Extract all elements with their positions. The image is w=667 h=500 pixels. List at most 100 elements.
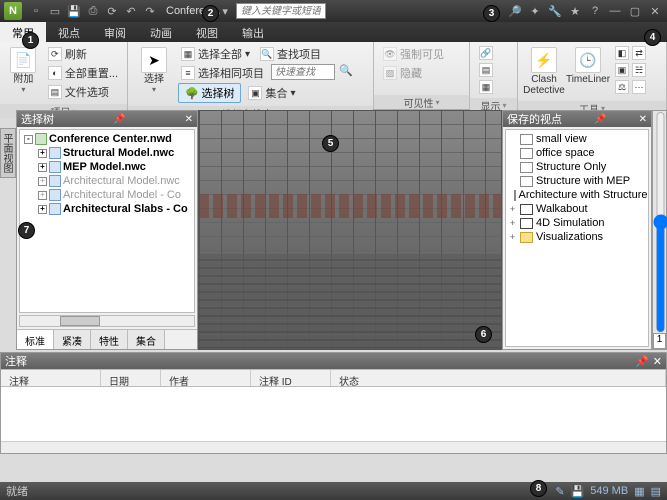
tree-node[interactable]: +Structural Model.nwc (22, 146, 192, 160)
annot-body[interactable] (1, 387, 666, 441)
tool-c[interactable]: ⚖⋯ (612, 79, 649, 95)
viewpoint-item[interactable]: +4D Simulation (508, 216, 646, 230)
expand-icon[interactable]: - (24, 135, 33, 144)
tree-body[interactable]: -Conference Center.nwd+Structural Model.… (19, 129, 195, 313)
file-options-button[interactable]: ▤文件选项 (45, 83, 121, 101)
help-icon[interactable]: ? (587, 3, 603, 19)
tree-node[interactable]: +Architectural Slabs - Co (22, 202, 192, 216)
viewpoint-item[interactable]: +Walkabout (508, 202, 646, 216)
quick-find-input[interactable] (271, 64, 335, 80)
expand-icon[interactable]: + (508, 232, 517, 242)
star-icon[interactable]: ★ (567, 3, 583, 19)
app-logo[interactable]: N (4, 2, 22, 20)
display-b-button[interactable]: ▤ (476, 62, 496, 78)
tab-review[interactable]: 审阅 (92, 22, 138, 42)
tree-node[interactable]: +MEP Model.nwc (22, 160, 192, 174)
wrench-icon[interactable]: 🔧 (547, 3, 563, 19)
open-icon[interactable]: ▭ (47, 3, 63, 19)
tree-node[interactable]: +Architectural Model - Co (22, 188, 192, 202)
annot-scrollbar[interactable] (1, 441, 666, 453)
col-id[interactable]: 注释 ID (251, 370, 331, 386)
tree-tab-props[interactable]: 特性 (91, 330, 128, 349)
expand-icon[interactable] (508, 190, 511, 200)
viewpoint-item[interactable]: office space (508, 146, 646, 160)
binoculars-icon[interactable]: 🔎 (507, 3, 523, 19)
selection-tree-pill[interactable]: 🌳 选择树 (178, 83, 241, 103)
new-icon[interactable]: ▫ (28, 3, 44, 19)
pin-icon[interactable]: 📌 (594, 114, 606, 125)
panel-header[interactable]: 保存的视点 📌 ✕ (503, 111, 651, 127)
col-status[interactable]: 状态 (331, 370, 666, 386)
viewpoint-item[interactable]: +Visualizations (508, 230, 646, 244)
tool-a[interactable]: ◧⇄ (612, 45, 649, 61)
undo-icon[interactable]: ↶ (123, 3, 139, 19)
refresh-button[interactable]: ⟳刷新 (45, 45, 121, 63)
viewpoint-list[interactable]: small view office space Structure Only S… (505, 129, 649, 347)
viewpoint-item[interactable]: small view (508, 132, 646, 146)
tab-output[interactable]: 输出 (230, 22, 276, 42)
close-icon[interactable]: ✕ (639, 114, 647, 125)
expand-icon[interactable]: + (38, 177, 47, 186)
maximize-icon[interactable]: ▢ (627, 3, 643, 19)
force-visible-button[interactable]: 👁强制可见 (380, 45, 447, 63)
clash-detective-button[interactable]: ⚡ Clash Detective (524, 45, 564, 98)
tab-animation[interactable]: 动画 (138, 22, 184, 42)
expand-icon[interactable] (508, 176, 517, 186)
pin-icon[interactable]: 📌 (635, 355, 649, 368)
close-icon[interactable]: ✕ (653, 355, 662, 368)
expand-icon[interactable] (508, 134, 517, 144)
timeliner-button[interactable]: 🕒 TimeLiner (568, 45, 608, 87)
redo-icon[interactable]: ↷ (142, 3, 158, 19)
append-button[interactable]: 📄 附加 ▾ (6, 45, 41, 96)
grid-icon[interactable]: ▦ (634, 485, 644, 498)
viewpoint-item[interactable]: Architecture with Structure (508, 188, 646, 202)
tree-tab-standard[interactable]: 标准 (17, 330, 54, 349)
expand-icon[interactable]: + (38, 191, 47, 200)
quick-find-icon[interactable]: 🔍 (339, 64, 353, 82)
disk-icon[interactable]: 💾 (571, 485, 585, 498)
close-icon[interactable]: ✕ (185, 114, 193, 125)
col-date[interactable]: 日期 (101, 370, 161, 386)
tree-node[interactable]: -Conference Center.nwd (22, 132, 192, 146)
display-a-button[interactable]: 🔗 (476, 45, 496, 61)
hide-button[interactable]: ▨隐藏 (380, 64, 447, 82)
select-button[interactable]: ➤ 选择 ▾ (134, 45, 174, 96)
col-author[interactable]: 作者 (161, 370, 251, 386)
panel-header[interactable]: 注释 📌 ✕ (1, 353, 666, 369)
pin-icon[interactable]: 📌 (113, 114, 125, 125)
tab-viewpoint[interactable]: 视点 (46, 22, 92, 42)
expand-icon[interactable]: + (508, 204, 517, 214)
expand-icon[interactable] (508, 148, 517, 158)
tool-b[interactable]: ▣☵ (612, 62, 649, 78)
tilt-slider[interactable] (653, 111, 667, 333)
expand-icon[interactable]: + (38, 205, 47, 214)
expand-icon[interactable] (508, 162, 517, 172)
minimize-icon[interactable]: ― (607, 3, 623, 19)
expand-icon[interactable]: + (38, 163, 47, 172)
plan-view-tab[interactable]: 平面视图 (0, 128, 16, 178)
display-c-button[interactable]: ▦ (476, 79, 496, 95)
viewpoint-item[interactable]: Structure Only (508, 160, 646, 174)
expand-icon[interactable]: + (508, 218, 517, 228)
find-items-button[interactable]: 🔍查找项目 (257, 45, 324, 63)
tilt-track[interactable] (653, 111, 666, 333)
help-search-input[interactable] (236, 3, 326, 19)
reset-all-button[interactable]: ◐全部重置... (45, 64, 121, 82)
viewport-3d[interactable] (198, 110, 502, 350)
refresh-icon[interactable]: ⟳ (104, 3, 120, 19)
save-icon[interactable]: 💾 (66, 3, 82, 19)
pencil-icon[interactable]: ✎ (555, 485, 564, 498)
tool-icon[interactable]: ✦ (527, 3, 543, 19)
viewpoint-item[interactable]: Structure with MEP (508, 174, 646, 188)
tilt-value[interactable]: 1 (653, 333, 666, 349)
expand-icon[interactable]: + (38, 149, 47, 158)
close-icon[interactable]: ✕ (647, 3, 663, 19)
chevron-down-icon[interactable]: ▾ (222, 5, 228, 18)
print-icon[interactable]: ⎙ (85, 3, 101, 19)
col-comment[interactable]: 注释 (1, 370, 101, 386)
tab-view[interactable]: 视图 (184, 22, 230, 42)
select-all-button[interactable]: ▦选择全部▾ (178, 45, 253, 63)
tree-tab-sets[interactable]: 集合 (128, 330, 165, 349)
select-same-button[interactable]: ≡选择相同项目 (178, 64, 267, 82)
sets-button[interactable]: ▣集合▾ (245, 83, 298, 103)
